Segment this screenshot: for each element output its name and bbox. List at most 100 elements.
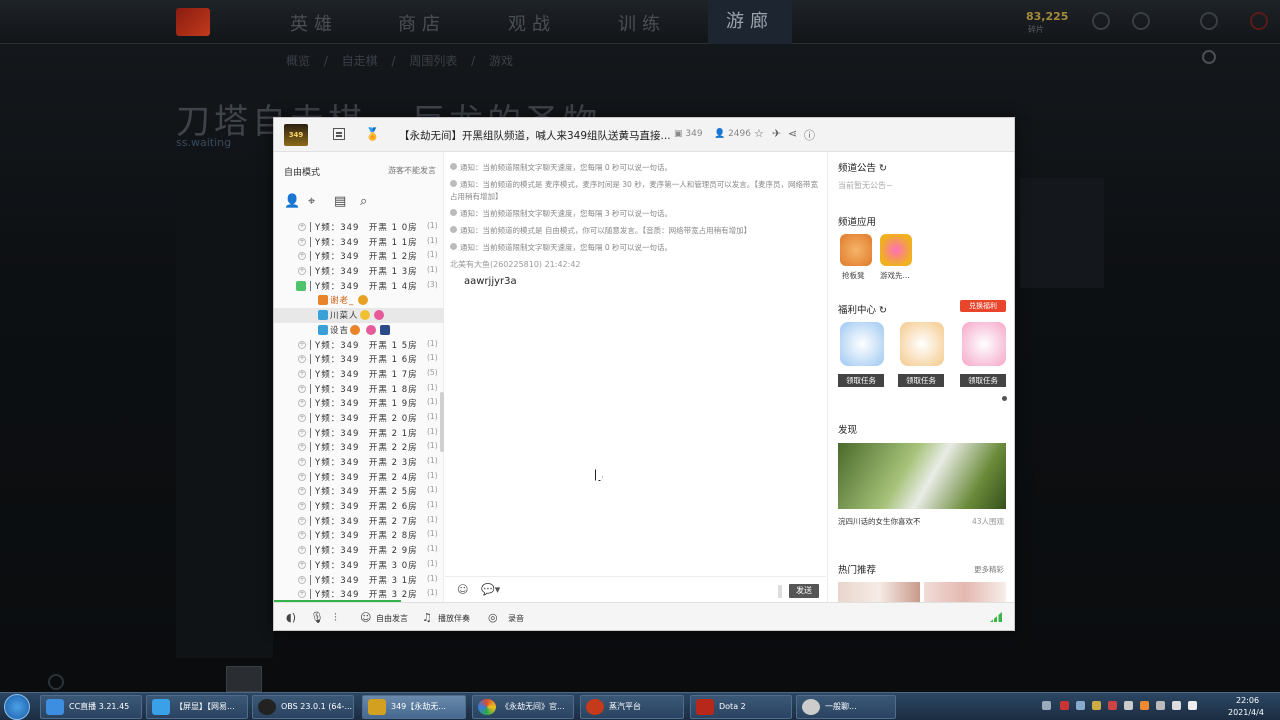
expand-icon[interactable]: + [298, 546, 306, 555]
friends-icon[interactable] [48, 674, 64, 690]
channel-room[interactable]: + Y频：349 开黑 2 0房 (1) [274, 411, 444, 426]
clock-time[interactable]: 22:06 [1236, 696, 1259, 705]
refresh-icon[interactable]: ↻ [879, 163, 887, 174]
discover-image[interactable] [838, 443, 1006, 509]
free-speak-button[interactable]: 自由发言 [376, 613, 408, 624]
clock-date[interactable]: 2021/4/4 [1228, 708, 1264, 717]
channel-room[interactable]: + Y频：349 开黑 2 4房 (1) [274, 470, 444, 485]
expand-icon[interactable]: + [298, 413, 306, 422]
power-icon[interactable] [1250, 12, 1268, 30]
stool-app-icon[interactable] [840, 234, 872, 266]
record-button[interactable]: 录音 [508, 613, 524, 624]
star-icon[interactable]: ☆ [754, 127, 764, 140]
channel-room[interactable]: + Y频：349 开黑 1 2房 (1) [274, 249, 444, 264]
discover-caption[interactable]: 浣四川话的女生你喜欢不 [838, 516, 921, 527]
channel-room[interactable]: + Y频：349 开黑 2 3房 (1) [274, 455, 444, 470]
expand-icon[interactable]: + [298, 267, 306, 276]
channel-room-open[interactable]: Y频：349 开黑 1 4房 (3) [274, 279, 444, 294]
location-icon[interactable]: ⌖ [308, 194, 315, 209]
nav-heroes[interactable]: 英雄 [290, 10, 338, 36]
volume-icon[interactable] [1188, 701, 1197, 710]
tray-icon[interactable] [1060, 701, 1069, 710]
channel-room[interactable]: + Y频：349 开黑 3 1房 (1) [274, 573, 444, 588]
channel-room[interactable]: + Y频：349 开黑 2 7房 (1) [274, 514, 444, 529]
send-button[interactable]: 发送 [789, 584, 819, 598]
channel-room[interactable]: + Y频：349 开黑 1 7房 (5) [274, 367, 444, 382]
room-member-selected[interactable]: 川菜人 [274, 308, 444, 323]
speak-mode-icon[interactable]: ☺ [360, 611, 371, 624]
taskbar-item-obs[interactable]: OBS 23.0.1 (64-... [252, 695, 354, 719]
hot-thumbnail[interactable] [924, 582, 1006, 602]
expand-icon[interactable]: + [298, 472, 306, 481]
start-button[interactable] [4, 694, 30, 720]
nav-arcade[interactable]: 游廊 [708, 0, 792, 44]
room-member[interactable]: 谢老_ [274, 293, 444, 308]
expand-icon[interactable]: + [298, 252, 306, 261]
record-icon[interactable]: ◎ [488, 611, 498, 624]
channel-room[interactable]: + Y频：349 开黑 1 9房 (1) [274, 396, 444, 411]
channel-room[interactable]: + Y频：349 开黑 2 5房 (1) [274, 484, 444, 499]
taskbar-item-chat[interactable]: 一般聊... [796, 695, 896, 719]
channel-room[interactable]: + Y频：349 开黑 1 6房 (1) [274, 352, 444, 367]
expand-icon[interactable]: + [298, 458, 306, 466]
tree-scrollbar[interactable] [440, 392, 444, 452]
carousel-indicator[interactable] [1002, 396, 1007, 401]
game-app-icon[interactable] [880, 234, 912, 266]
profile-icon[interactable] [1092, 12, 1110, 30]
taskbar-item-channel[interactable]: 349【永劫无... [362, 695, 466, 719]
redeem-welfare-button[interactable]: 兑换福利 [960, 300, 1006, 312]
taskbar-item-cc[interactable]: CC直播 3.21.45 [40, 695, 142, 719]
channel-room[interactable]: + Y频：349 开黑 1 0房 (1) [274, 220, 444, 235]
expand-icon[interactable]: + [298, 575, 306, 584]
document-icon[interactable]: ▤ [334, 194, 346, 209]
search-icon[interactable]: ⌕ [360, 194, 367, 209]
channel-room[interactable]: + Y频：349 开黑 1 8房 (1) [274, 382, 444, 397]
expand-icon[interactable]: + [298, 560, 306, 569]
expand-icon[interactable]: + [298, 223, 306, 231]
emoji-icon[interactable]: ☺ [457, 583, 468, 596]
room-member[interactable]: 设吉 [274, 323, 444, 338]
channel-room[interactable]: + Y频：349 开黑 2 8房 (1) [274, 528, 444, 543]
hot-thumbnail[interactable] [838, 582, 920, 602]
input-bar[interactable]: ☺ 💬▾ 发送 [445, 576, 826, 602]
claim-task-button[interactable]: 领取任务 [838, 374, 884, 387]
expand-icon[interactable]: + [298, 237, 306, 246]
taskbar-item-screen[interactable]: 【屏显】【网易... [146, 695, 248, 719]
speaker-icon[interactable]: ◖) [286, 611, 296, 624]
channel-room[interactable]: + Y频：349 开黑 1 5房 (1) [274, 338, 444, 353]
channel-room[interactable]: + Y频：349 开黑 1 3房 (1) [274, 264, 444, 279]
channel-room[interactable]: + Y频：349 开黑 1 1房 (1) [274, 235, 444, 250]
tray-icon[interactable] [1076, 701, 1085, 710]
nav-store[interactable]: 商店 [398, 10, 446, 36]
nav-watch[interactable]: 观战 [508, 10, 556, 36]
expand-icon[interactable]: + [298, 443, 306, 452]
tray-icon[interactable] [1156, 701, 1165, 710]
expand-icon[interactable]: + [298, 384, 306, 393]
equalizer-icon[interactable]: ⫶ [334, 611, 337, 625]
tray-icon[interactable] [1140, 701, 1149, 710]
dota-logo[interactable] [176, 8, 210, 36]
chat-icon[interactable] [1132, 12, 1150, 30]
channel-logo[interactable]: 349 [284, 124, 308, 146]
expand-icon[interactable]: + [298, 487, 306, 496]
channel-room[interactable]: + Y频：349 开黑 2 1房 (1) [274, 426, 444, 441]
list-icon[interactable] [333, 128, 345, 140]
taskbar-item-browser[interactable]: 《永劫无间》官... [472, 695, 574, 719]
channel-room[interactable]: + Y频：349 开黑 2 9房 (1) [274, 543, 444, 558]
expand-icon[interactable]: + [298, 340, 306, 349]
expand-icon[interactable]: + [298, 502, 306, 511]
expand-icon[interactable]: + [298, 369, 306, 378]
channel-room[interactable]: + Y频：349 开黑 2 6房 (1) [274, 499, 444, 514]
tray-icon[interactable] [1124, 701, 1133, 710]
microphone-icon[interactable]: 🎙 [310, 611, 324, 624]
info-icon[interactable]: ⓘ [804, 127, 815, 143]
expand-icon[interactable]: + [298, 399, 306, 408]
channel-room[interactable]: + Y频：349 开黑 3 0房 (1) [274, 558, 444, 573]
music-icon[interactable]: ♫ [422, 611, 432, 624]
channel-room[interactable]: + Y频：349 开黑 2 2房 (1) [274, 440, 444, 455]
expand-icon[interactable]: + [298, 590, 306, 599]
accompany-button[interactable]: 播放伴奏 [438, 613, 470, 624]
nav-learn[interactable]: 训练 [618, 10, 666, 36]
more-link[interactable]: 更多精彩 [974, 564, 1004, 575]
share-icon[interactable]: ⋖ [788, 127, 797, 140]
